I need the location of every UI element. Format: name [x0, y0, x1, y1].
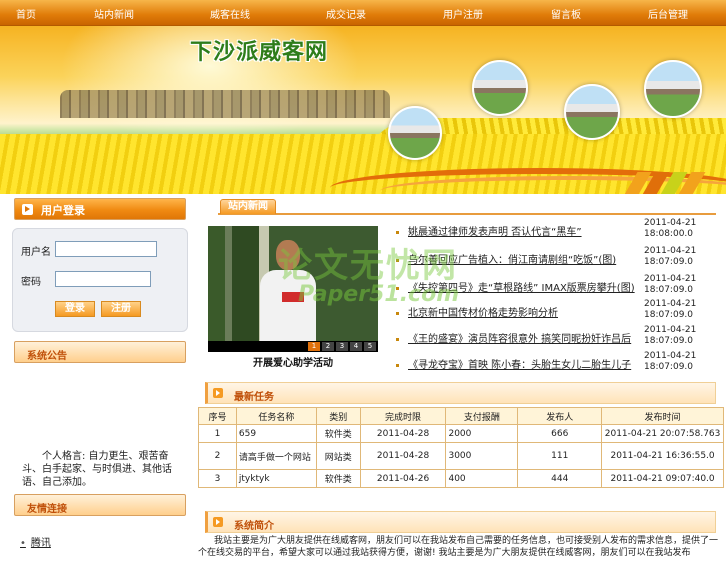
slide-number-button[interactable]: 2 — [322, 342, 334, 351]
table-row[interactable]: 2 请高手做一个网站 网站类 2011-04-28 3000 111 2011-… — [198, 442, 724, 470]
task-published-time: 2011-04-21 16:36:55.0 — [601, 442, 724, 470]
task-deadline: 2011-04-28 — [359, 424, 447, 443]
announcement-title: 系统公告 — [27, 351, 67, 362]
announcement-motto: 个人格言: 自力更生、艰苦奋斗、白手起家、与时俱进、其他话语、自己添加。 — [22, 451, 172, 488]
intro-title: 系统简介 — [234, 521, 274, 532]
intro-text: 我站主要是为广大朋友提供在线威客网，朋友们可以在我站发布自己需要的任务信息，也可… — [198, 536, 719, 558]
news-item[interactable]: 《寻龙夺宝》首映 陈小春：头胎生女儿二胎生儿子 — [396, 356, 631, 371]
news-item[interactable]: 《王的盛宴》演员阵容很意外 搞笑同昵扮奸诈吕后 — [396, 330, 631, 345]
slide-number-button[interactable]: 5 — [364, 342, 376, 351]
arrow-icon — [213, 517, 223, 527]
news-date: 2011-04-21 18:07:09.0 — [644, 325, 697, 346]
banner-photo-bubble — [388, 106, 442, 160]
nav-admin[interactable]: 后台管理 — [648, 6, 688, 21]
task-published-time: 2011-04-21 20:07:58.763 — [601, 424, 724, 443]
tasks-title: 最新任务 — [234, 392, 274, 403]
table-header-row: 序号 任务名称 类别 完成时限 支付报酬 发布人 发布时间 — [198, 407, 724, 425]
news-item[interactable]: 《失控第四号》走“草根路线” IMAX版票房攀升(图) — [396, 279, 635, 294]
nav-home[interactable]: 首页 — [16, 6, 36, 21]
task-publisher: 444 — [517, 469, 603, 488]
login-form: 用户名 密码 登录 注册 — [12, 228, 188, 332]
news-date: 2011-04-21 18:07:09.0 — [644, 351, 697, 372]
column-header: 类别 — [315, 407, 361, 425]
password-input[interactable] — [55, 271, 151, 287]
task-publisher: 666 — [517, 424, 603, 443]
nav-witkey-online[interactable]: 威客在线 — [210, 6, 250, 21]
table-row[interactable]: 1 659 软件类 2011-04-28 2000 666 2011-04-21… — [198, 424, 724, 443]
photo-person — [260, 240, 316, 352]
task-published-time: 2011-04-21 09:07:40.0 — [601, 469, 724, 488]
task-index: 2 — [198, 442, 237, 470]
task-name[interactable]: 请高手做一个网站 — [235, 442, 317, 470]
login-panel-title: 用户登录 — [41, 204, 85, 217]
tab-news[interactable]: 站内新闻 — [220, 199, 276, 214]
nav-message-board[interactable]: 留言板 — [551, 6, 581, 21]
slide-number-button[interactable]: 3 — [336, 342, 348, 351]
task-name[interactable]: jtyktyk — [235, 469, 317, 488]
banner: 下沙派威客网 — [0, 26, 726, 194]
task-name[interactable]: 659 — [235, 424, 317, 443]
password-label: 密码 — [21, 277, 41, 288]
task-index: 3 — [198, 469, 237, 488]
task-category: 软件类 — [315, 424, 361, 443]
intro-section-header: 系统简介 — [205, 511, 716, 533]
news-date: 2011-04-21 18:07:09.0 — [644, 274, 697, 295]
tasks-table: 序号 任务名称 类别 完成时限 支付报酬 发布人 发布时间 1 659 软件类 … — [198, 407, 724, 488]
tasks-section-header: 最新任务 — [205, 382, 716, 404]
banner-trees — [60, 90, 390, 118]
login-panel-header: 用户登录 — [14, 198, 186, 220]
top-navigation: 首页 站内新闻 威客在线 成交记录 用户注册 留言板 后台管理 — [0, 0, 726, 26]
friend-links-title: 友情连接 — [27, 504, 67, 515]
news-date: 2011-04-21 18:07:09.0 — [644, 246, 697, 267]
register-button[interactable]: 注册 — [101, 301, 141, 317]
banner-photo-bubble — [644, 60, 702, 118]
arrow-icon — [213, 388, 223, 398]
news-date: 2011-04-21 18:08:00.0 — [644, 218, 697, 239]
column-header: 发布时间 — [601, 407, 724, 425]
table-row[interactable]: 3 jtyktyk 软件类 2011-04-26 400 444 2011-04… — [198, 469, 724, 488]
nav-news[interactable]: 站内新闻 — [94, 6, 134, 21]
task-deadline: 2011-04-26 — [359, 469, 447, 488]
nav-register[interactable]: 用户注册 — [443, 6, 483, 21]
task-category: 软件类 — [315, 469, 361, 488]
login-button[interactable]: 登录 — [55, 301, 95, 317]
banner-photo-bubble — [564, 84, 620, 140]
username-input[interactable] — [55, 241, 157, 257]
slide-number-button[interactable]: 4 — [350, 342, 362, 351]
banner-photo-bubble — [472, 60, 528, 116]
task-publisher: 111 — [517, 442, 603, 470]
task-reward: 3000 — [445, 442, 519, 470]
news-item[interactable]: 姚晨通过律师发表声明 否认代言“黑车” — [396, 223, 582, 238]
news-item[interactable]: 北京新中国传材价格走势影响分析 — [396, 304, 558, 319]
column-header: 序号 — [198, 407, 237, 425]
photo-caption[interactable]: 开展爱心助学活动 — [208, 354, 378, 369]
task-index: 1 — [198, 424, 237, 443]
news-photo-slideshow[interactable]: 1 2 3 4 5 — [208, 226, 378, 352]
slide-number-button[interactable]: 1 — [308, 342, 320, 351]
nav-deal-records[interactable]: 成交记录 — [326, 6, 366, 21]
site-title: 下沙派威客网 — [190, 40, 329, 65]
column-header: 发布人 — [517, 407, 603, 425]
friend-link-item[interactable]: 腾讯 — [20, 534, 51, 549]
column-header: 完成时限 — [359, 407, 447, 425]
username-label: 用户名 — [21, 247, 51, 258]
column-header: 任务名称 — [235, 407, 317, 425]
task-reward: 400 — [445, 469, 519, 488]
task-category: 网站类 — [315, 442, 361, 470]
column-header: 支付报酬 — [445, 407, 519, 425]
news-tab-line — [218, 213, 716, 215]
task-reward: 2000 — [445, 424, 519, 443]
news-item[interactable]: 乌尔善回应广告植入：俏江南请剧组“吃饭”(图) — [396, 251, 616, 266]
task-deadline: 2011-04-28 — [359, 442, 447, 470]
arrow-icon — [22, 204, 33, 215]
news-date: 2011-04-21 18:07:09.0 — [644, 299, 697, 320]
friend-links-header: 友情连接 — [14, 494, 186, 516]
announcement-header: 系统公告 — [14, 341, 186, 363]
